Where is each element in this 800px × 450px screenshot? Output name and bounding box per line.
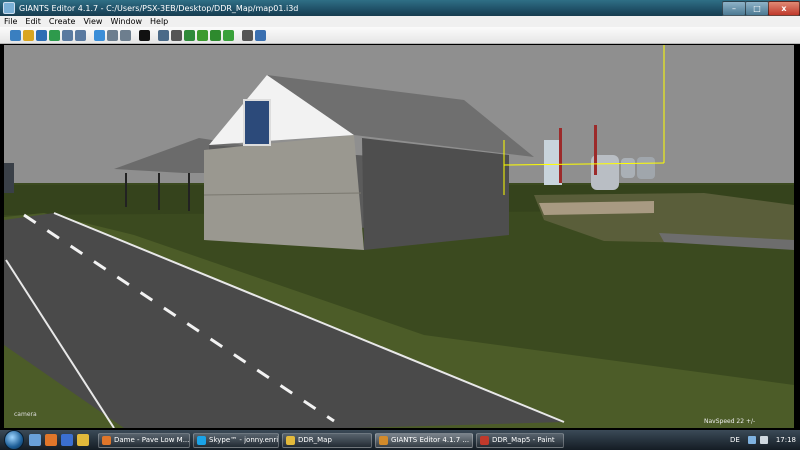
grass-icon[interactable] <box>223 29 234 41</box>
menu-window[interactable]: Window <box>106 17 146 26</box>
refresh-icon[interactable] <box>94 29 105 41</box>
move-mode-icon[interactable] <box>171 29 182 41</box>
firefox-icon <box>102 435 111 445</box>
save-as-icon[interactable] <box>49 29 60 41</box>
title-bar: GIANTS Editor 4.1.7 - C:/Users/PSX-3EB/D… <box>0 0 800 16</box>
save-icon[interactable] <box>36 29 47 41</box>
barn-end-wall <box>362 138 509 250</box>
show-desktop-icon[interactable] <box>29 434 41 446</box>
taskbar: Dame - Pave Low M... Skype™ - jonny.enri.… <box>0 430 800 450</box>
taskbar-button[interactable]: Skype™ - jonny.enri... <box>193 432 279 448</box>
scene-render <box>4 45 794 428</box>
network-icon[interactable] <box>747 436 756 444</box>
explorer-icon[interactable] <box>77 434 89 446</box>
menu-help[interactable]: Help <box>146 17 172 26</box>
play-icon[interactable] <box>139 29 150 41</box>
open-folder-icon[interactable] <box>23 29 34 41</box>
menu-file[interactable]: File <box>0 17 21 26</box>
menu-create[interactable]: Create <box>45 17 80 26</box>
volume-icon[interactable] <box>759 436 768 444</box>
firefox-icon[interactable] <box>45 434 57 446</box>
camera-label: camera <box>14 411 37 418</box>
start-button[interactable] <box>4 430 24 450</box>
elevator-mast <box>559 128 562 183</box>
maximize-button[interactable]: □ <box>745 1 769 16</box>
system-tray: DE 17:18 <box>730 430 796 450</box>
elevator-mast <box>594 125 597 175</box>
media-player-icon[interactable] <box>61 434 73 446</box>
select-mode-icon[interactable] <box>158 29 169 41</box>
menu-edit[interactable]: Edit <box>21 17 45 26</box>
task-list: Dame - Pave Low M... Skype™ - jonny.enri.… <box>95 432 564 448</box>
undo-icon[interactable] <box>107 29 118 41</box>
clock[interactable]: 17:18 <box>776 436 796 444</box>
3d-viewport[interactable]: camera NavSpeed 22 +/- <box>4 45 794 428</box>
import-icon[interactable] <box>75 29 86 41</box>
taskbar-button[interactable]: DDR_Map <box>282 432 372 448</box>
giants-editor-icon <box>379 435 388 445</box>
taskbar-button-label: GIANTS Editor 4.1.7 ... <box>391 436 470 444</box>
quick-launch <box>27 434 91 446</box>
taskbar-button-label: Dame - Pave Low M... <box>114 436 190 444</box>
new-file-icon[interactable] <box>10 29 21 41</box>
paint-icon <box>480 435 489 445</box>
taskbar-button[interactable]: Dame - Pave Low M... <box>98 432 190 448</box>
skype-icon <box>197 435 206 445</box>
gravel-yard <box>539 201 654 215</box>
window-title: GIANTS Editor 4.1.7 - C:/Users/PSX-3EB/D… <box>19 3 299 13</box>
menu-view[interactable]: View <box>79 17 106 26</box>
taskbar-button-label: DDR_Map <box>298 436 332 444</box>
left-structure <box>4 163 14 193</box>
foliage-paint-icon[interactable] <box>210 29 221 41</box>
small-silo <box>621 158 635 178</box>
menu-bar: File Edit Create View Window Help <box>0 16 800 27</box>
barn-wall <box>204 135 364 250</box>
terrain-sculpt-icon[interactable] <box>184 29 195 41</box>
toolbar <box>0 27 800 44</box>
taskbar-button-label: Skype™ - jonny.enri... <box>209 436 279 444</box>
taskbar-button[interactable]: GIANTS Editor 4.1.7 ... <box>375 432 473 448</box>
settings-gear-icon[interactable] <box>242 29 253 41</box>
language-indicator[interactable]: DE <box>730 436 740 444</box>
giants-editor-icon <box>3 2 15 14</box>
gear-search-icon[interactable] <box>255 29 266 41</box>
export-icon[interactable] <box>62 29 73 41</box>
small-silo <box>637 157 655 179</box>
redo-icon[interactable] <box>120 29 131 41</box>
folder-icon <box>286 435 295 445</box>
taskbar-button-label: DDR_Map5 - Paint <box>492 436 555 444</box>
minimize-button[interactable]: – <box>722 1 746 16</box>
navspeed-label: NavSpeed 22 +/- <box>704 418 756 425</box>
close-button[interactable]: x <box>768 1 800 16</box>
taskbar-button[interactable]: DDR_Map5 - Paint <box>476 432 564 448</box>
barn-emblem <box>243 99 271 146</box>
terrain-paint-icon[interactable] <box>197 29 208 41</box>
